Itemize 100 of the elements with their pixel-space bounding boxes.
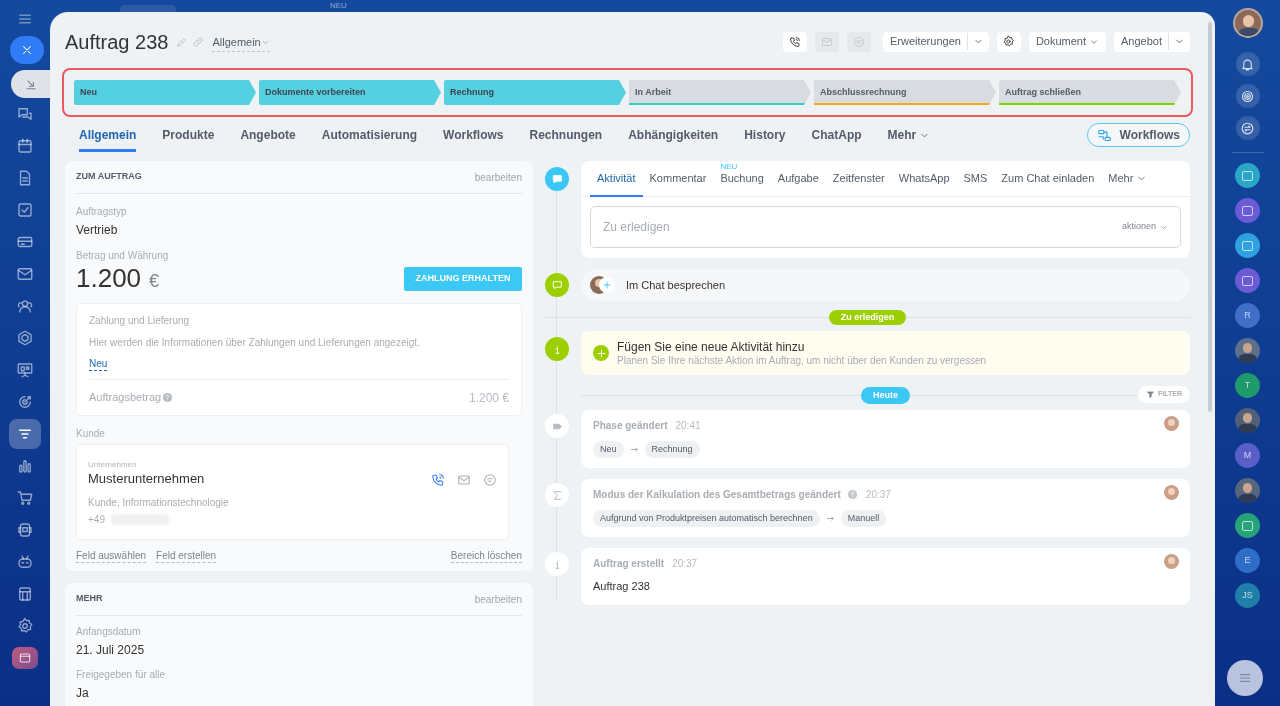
tab[interactable]: Rechnungen: [529, 118, 603, 152]
stage-step[interactable]: In Arbeit: [629, 80, 811, 105]
avatar-icon: [1164, 416, 1179, 431]
sidebar-button[interactable]: [1235, 116, 1260, 140]
dropdown-button[interactable]: Dokument: [1028, 31, 1106, 52]
suggestion-text: Planen Sie Ihre nächste Aktion im Auftrag, um nicht über den Kunden zu vergessen: [617, 354, 987, 367]
sidebar-button[interactable]: [1235, 52, 1260, 76]
field-value: Vertrieb: [76, 222, 119, 239]
contact-avatar[interactable]: [1235, 408, 1260, 433]
stage-chip: Neu: [593, 441, 624, 458]
workflows-button[interactable]: Workflows: [1086, 123, 1190, 147]
phone-icon: [788, 35, 801, 48]
field-label: Anfangsdatum: [76, 625, 142, 639]
total-value: 1.200 €: [468, 389, 509, 407]
field-value: 21. Juli 2025: [76, 642, 146, 659]
target-icon: [16, 393, 34, 411]
stage-chip: Aufgrund von Produktpreisen automatisch berechnen: [593, 510, 820, 527]
contact-avatar[interactable]: JS: [1235, 583, 1260, 608]
stage-step[interactable]: Rechnung: [444, 80, 626, 105]
section-heading: MEHR: [76, 592, 103, 606]
contact-avatar[interactable]: [1235, 233, 1260, 258]
event-time: 20:37: [865, 488, 891, 502]
composer-tab[interactable]: NEU Buchung: [713, 160, 771, 197]
composer-tab[interactable]: WhatsApp: [891, 160, 957, 197]
delete-link[interactable]: Bereich löschen: [450, 550, 522, 563]
amount-value: 1.200: [76, 263, 142, 293]
client-name: Musterunternehmen: [88, 471, 206, 486]
chat-prompt-bar[interactable]: Im Chat besprechen: [581, 269, 1190, 301]
today-pill: Heute: [861, 386, 910, 404]
contact-avatar[interactable]: M: [1235, 443, 1260, 468]
contact-avatar[interactable]: E: [1235, 548, 1260, 573]
tab[interactable]: ChatApp: [811, 118, 862, 152]
tab[interactable]: Automatisierung: [321, 118, 418, 152]
store-icon: [16, 585, 34, 603]
window-icon: [18, 651, 32, 665]
list-button[interactable]: [1227, 660, 1263, 696]
field-label: Kunde: [76, 427, 106, 441]
settings-button[interactable]: [996, 31, 1021, 52]
composer-tab[interactable]: Kommentar: [642, 160, 714, 197]
sidebar-button[interactable]: [1235, 84, 1260, 108]
field-link[interactable]: Feld erstellen: [156, 550, 217, 563]
hexagon-icon: [16, 329, 34, 347]
contact-avatar[interactable]: [1235, 163, 1260, 188]
composer-tab[interactable]: Aktivität: [590, 160, 643, 197]
scrollbar[interactable]: [1208, 22, 1212, 412]
bell-icon: [1240, 56, 1255, 72]
stage-chip: Manuell: [840, 510, 887, 527]
nav-item[interactable]: [9, 419, 41, 449]
event-time: 20:41: [675, 419, 701, 433]
more-tab[interactable]: Mehr: [1101, 170, 1155, 187]
contact-avatar[interactable]: [1235, 513, 1260, 538]
mail-icon: [820, 35, 833, 48]
contact-avatar[interactable]: [1235, 198, 1260, 223]
tab[interactable]: History: [744, 118, 786, 152]
filter-icon: [1146, 390, 1155, 399]
tab[interactable]: Angebote: [240, 118, 296, 152]
tab[interactable]: Produkte: [162, 118, 215, 152]
comment-icon: [550, 172, 564, 186]
composer-tab[interactable]: SMS: [956, 160, 995, 197]
stage-step[interactable]: Neu: [74, 80, 256, 105]
user-avatar[interactable]: [1232, 8, 1263, 38]
todo-pill: Zu erledigen: [828, 309, 907, 325]
split-button[interactable]: Erweiterungen: [882, 31, 989, 52]
tab[interactable]: Allgemein: [79, 118, 137, 152]
cart-icon: [16, 489, 34, 507]
bar-chart-icon: [16, 457, 34, 475]
more-tab[interactable]: Mehr: [887, 126, 931, 144]
contact-avatar[interactable]: [1235, 478, 1260, 503]
split-button[interactable]: Angebot: [1114, 31, 1190, 52]
collapse-button[interactable]: [11, 70, 51, 98]
actions-dropdown[interactable]: aktionen: [1121, 220, 1168, 234]
tab[interactable]: Abhängigkeiten: [628, 118, 719, 152]
field-link[interactable]: Feld auswählen: [76, 550, 147, 563]
stage-step[interactable]: Abschlussrechnung: [814, 80, 996, 105]
composer-tab[interactable]: Aufgabe: [770, 160, 826, 197]
avatar-icon: [1164, 554, 1179, 569]
phone-button[interactable]: [782, 31, 807, 52]
caret-icon: [260, 38, 270, 47]
event-text: Auftrag 238: [593, 579, 651, 594]
settings-icon: [1002, 35, 1016, 48]
currency-label: €: [149, 270, 160, 293]
composer-tab[interactable]: Zeitfenster: [825, 160, 892, 197]
mail-icon: [16, 265, 34, 283]
event-title: Phase geändert: [593, 419, 668, 433]
composer-tab[interactable]: Zum Chat einladen: [994, 160, 1102, 197]
stage-step[interactable]: Auftrag schließen: [999, 80, 1181, 105]
contact-avatar[interactable]: [1235, 338, 1260, 363]
page-title: Auftrag 238: [65, 29, 169, 54]
panel-title: Zahlung und Lieferung: [89, 314, 191, 328]
category-dropdown[interactable]: Allgemein: [212, 31, 270, 52]
new-link[interactable]: Neu: [89, 358, 108, 371]
contact-avatar[interactable]: R: [1235, 303, 1260, 328]
contact-avatar[interactable]: [1235, 268, 1260, 293]
section-heading: ZUM AUFTRAG: [76, 170, 142, 184]
todo-field[interactable]: Zu erledigen aktionen: [590, 206, 1181, 248]
tab[interactable]: Workflows: [443, 118, 504, 152]
app-tile[interactable]: [12, 647, 38, 669]
phone-icon[interactable]: [431, 473, 445, 487]
stage-step[interactable]: Dokumente vorbereiten: [259, 80, 441, 105]
close-button[interactable]: [10, 36, 44, 64]
